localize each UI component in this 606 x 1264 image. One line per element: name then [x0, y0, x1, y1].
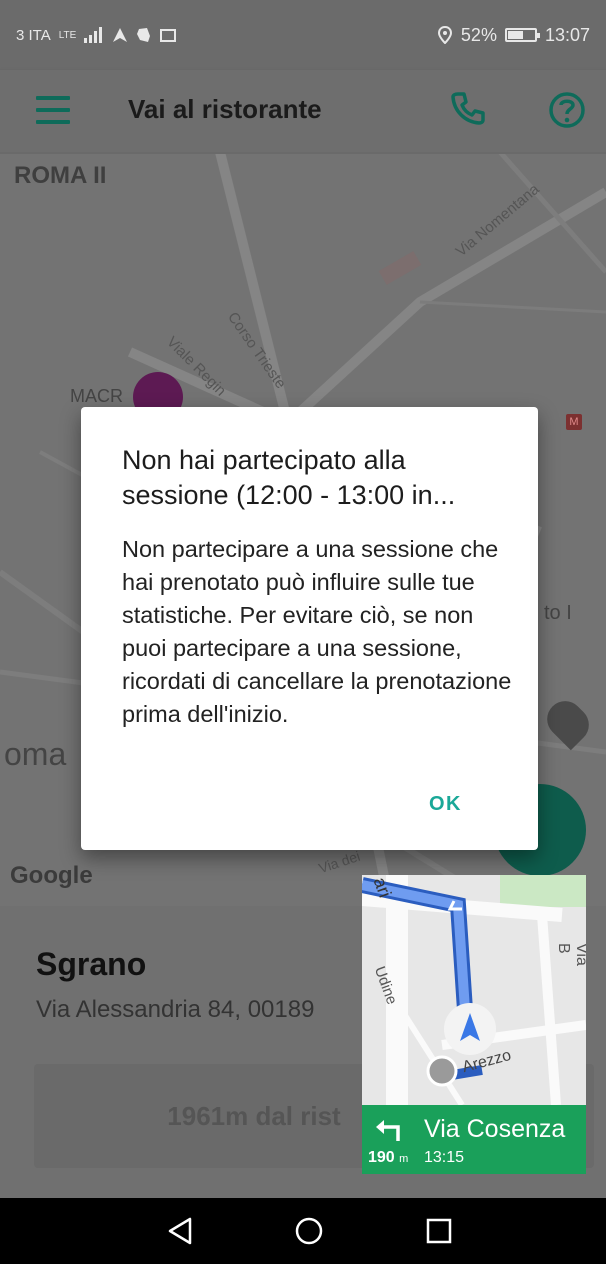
navigation-status-icon [113, 28, 128, 42]
nav-distance: 190 m [368, 1149, 408, 1167]
nav-eta: 13:15 [424, 1149, 465, 1166]
carrier-label: 3 ITA [16, 26, 51, 44]
google-logo: Google [10, 862, 93, 889]
help-icon[interactable] [547, 90, 587, 130]
dialog-title: Non hai partecipato alla sessione (12:00… [122, 445, 456, 510]
status-right: 52% 13:07 [437, 25, 590, 46]
page-title: Vai al ristorante [128, 94, 322, 124]
signal-icon [84, 27, 103, 43]
dialog-body: Non partecipare a una sessione che hai p… [122, 536, 512, 727]
map-label-roma: oma [4, 736, 67, 772]
battery-icon [504, 28, 540, 42]
metro-icon: M [566, 414, 582, 430]
turn-left-icon [376, 1120, 400, 1141]
gallery-status-icon [160, 29, 177, 42]
navigation-widget[interactable]: ari Udine Arezzo Via B Via Cosenza 190 m… [362, 875, 586, 1174]
menu-icon[interactable] [36, 96, 70, 124]
home-icon[interactable] [294, 1216, 324, 1246]
nav-distance-unit: m [399, 1153, 409, 1165]
recents-icon[interactable] [424, 1216, 454, 1246]
restaurant-name: Sgrano [36, 946, 147, 982]
map-label-macro: MACR [70, 386, 123, 406]
nav-map-label-via-b: Via B [555, 943, 586, 966]
location-icon [437, 26, 452, 44]
ok-button[interactable]: OK [429, 793, 462, 816]
battery-percent: 52% [460, 24, 497, 45]
nav-street-name: Via Cosenza [424, 1115, 566, 1143]
system-nav-bar [0, 1198, 606, 1264]
map-label-roma-ii: ROMA II [14, 162, 107, 189]
network-label: LTE [58, 29, 77, 41]
map-label-to: to I [544, 602, 572, 624]
restaurant-address: Via Alessandria 84, 00189 [36, 996, 315, 1023]
back-icon[interactable] [166, 1216, 196, 1246]
phone-icon[interactable] [450, 90, 486, 126]
nav-distance-value: 190 [368, 1149, 395, 1166]
status-left: 3 ITA LTE [16, 26, 177, 44]
nav-instruction-bar: Via Cosenza 190 m 13:15 [362, 1105, 586, 1174]
missed-session-dialog: Non hai partecipato alla sessione (12:00… [81, 407, 538, 850]
status-bar: 3 ITA LTE 52% 13:07 [0, 0, 606, 70]
app-bar: Vai al ristorante [0, 70, 606, 152]
deliveroo-status-icon [137, 28, 151, 42]
clock: 13:07 [544, 24, 590, 45]
